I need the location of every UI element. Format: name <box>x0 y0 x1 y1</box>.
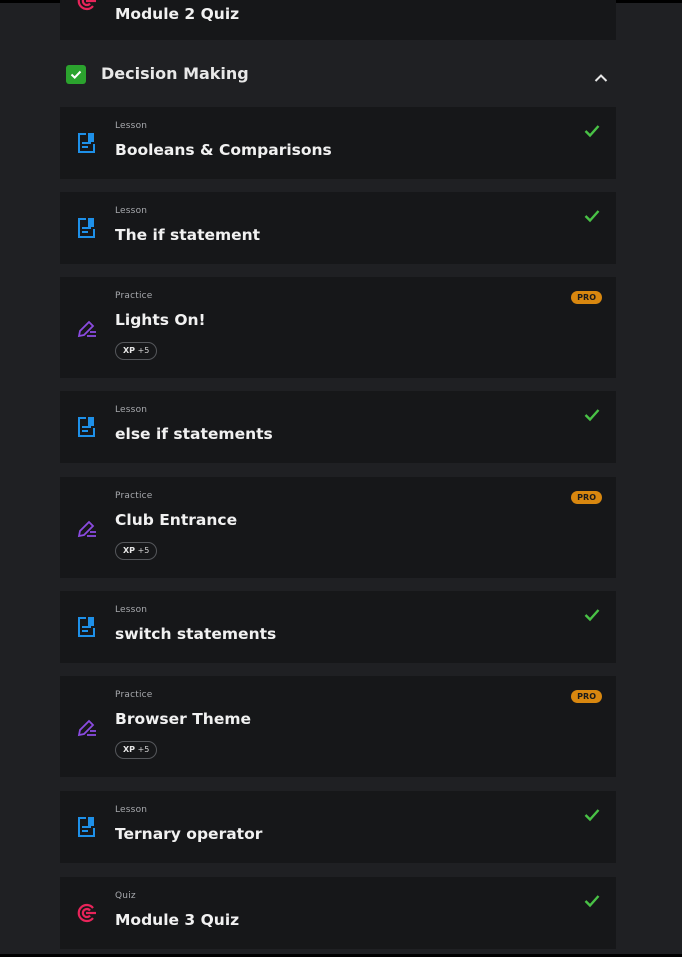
xp-value: +5 <box>137 546 150 555</box>
item-title: Browser Theme <box>115 710 251 728</box>
xp-badge: XP +5 <box>115 741 158 759</box>
item-title: Lights On! <box>115 311 206 329</box>
quiz-target-icon <box>76 0 98 12</box>
lesson-doc-icon <box>76 132 98 154</box>
item-title: switch statements <box>115 625 277 643</box>
check-icon <box>584 893 600 908</box>
item-type: Practice <box>115 491 153 501</box>
practice-card[interactable]: Practice Browser Theme XP +5 PRO <box>60 676 616 777</box>
item-title: Club Entrance <box>115 511 238 529</box>
item-type: Lesson <box>115 121 148 131</box>
practice-card[interactable]: Practice Club Entrance XP +5 PRO <box>60 477 616 578</box>
lesson-doc-icon <box>76 416 98 438</box>
chevron-up-icon[interactable] <box>594 68 608 82</box>
item-title: Module 3 Quiz <box>115 911 240 929</box>
xp-value: +5 <box>137 745 150 754</box>
practice-card[interactable]: Practice Lights On! XP +5 PRO <box>60 277 616 378</box>
lesson-card[interactable]: Lesson Booleans & Comparisons <box>60 107 616 179</box>
xp-label: XP <box>123 546 136 555</box>
item-type: Lesson <box>115 605 148 615</box>
section-header-decision-making[interactable]: Decision Making <box>60 56 616 92</box>
pro-badge: PRO <box>571 690 602 703</box>
item-title: Ternary operator <box>115 825 263 843</box>
section-title: Decision Making <box>101 64 249 83</box>
item-title: The if statement <box>115 226 261 244</box>
item-title: Booleans & Comparisons <box>115 141 332 159</box>
check-icon <box>584 807 600 822</box>
lesson-card[interactable]: Lesson switch statements <box>60 591 616 663</box>
lesson-card[interactable]: Lesson else if statements <box>60 391 616 463</box>
item-title: Module 2 Quiz <box>115 5 240 23</box>
pro-badge: PRO <box>571 491 602 504</box>
module-2-quiz-card[interactable]: Module 2 Quiz <box>60 0 616 40</box>
xp-label: XP <box>123 346 136 355</box>
check-icon <box>584 123 600 138</box>
pencil-edit-icon <box>76 317 98 339</box>
item-type: Lesson <box>115 405 148 415</box>
item-type: Practice <box>115 291 153 301</box>
lesson-doc-icon <box>76 217 98 239</box>
xp-value: +5 <box>137 346 150 355</box>
item-type: Lesson <box>115 805 148 815</box>
pencil-edit-icon <box>76 716 98 738</box>
item-type: Quiz <box>115 891 136 901</box>
check-icon <box>584 407 600 422</box>
lesson-doc-icon <box>76 816 98 838</box>
item-title: else if statements <box>115 425 273 443</box>
xp-badge: XP +5 <box>115 542 158 560</box>
pro-badge: PRO <box>571 291 602 304</box>
xp-badge: XP +5 <box>115 342 158 360</box>
check-square-icon <box>66 65 86 84</box>
lesson-card[interactable]: Lesson Ternary operator <box>60 791 616 863</box>
quiz-card[interactable]: Quiz Module 3 Quiz <box>60 877 616 949</box>
item-type: Practice <box>115 690 153 700</box>
check-icon <box>584 208 600 223</box>
item-type: Lesson <box>115 206 148 216</box>
lesson-card[interactable]: Lesson The if statement <box>60 192 616 264</box>
quiz-target-icon <box>76 902 98 924</box>
check-icon <box>584 607 600 622</box>
xp-label: XP <box>123 745 136 754</box>
pencil-edit-icon <box>76 517 98 539</box>
lesson-doc-icon <box>76 616 98 638</box>
